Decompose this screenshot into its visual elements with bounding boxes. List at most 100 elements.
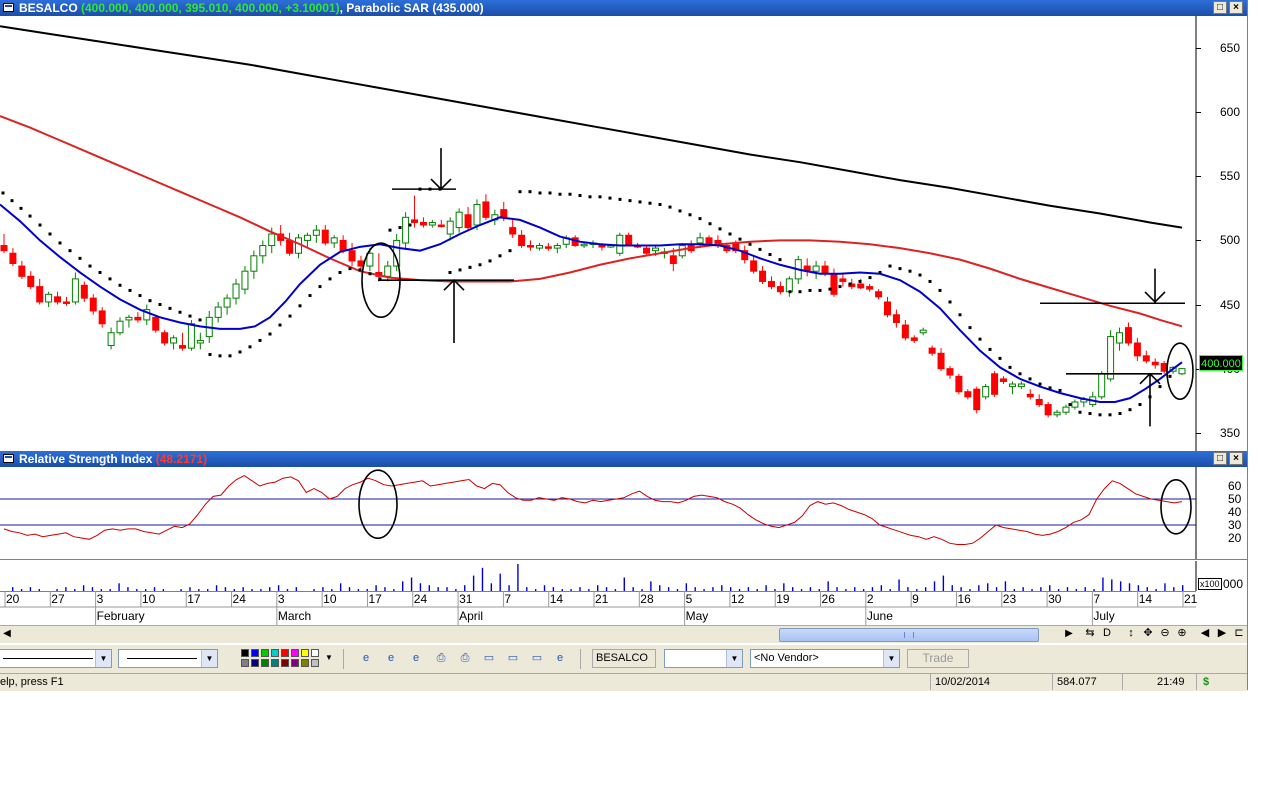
sar-dot bbox=[318, 285, 322, 289]
horizontal-scrollbar[interactable]: ◀ ▶ bbox=[0, 625, 1248, 643]
sar-dot bbox=[1028, 377, 1032, 381]
candle-body bbox=[455, 211, 463, 229]
palette-swatch[interactable] bbox=[281, 649, 289, 657]
chevron-down-icon: ▼ bbox=[726, 650, 742, 667]
scroll-right-icon[interactable]: ▶ bbox=[1062, 627, 1076, 641]
move-icon[interactable]: ✥ bbox=[1141, 627, 1155, 640]
sar-dot bbox=[68, 249, 72, 253]
sar-dot bbox=[788, 290, 792, 294]
candle-body bbox=[946, 368, 954, 376]
sar-dot bbox=[28, 214, 32, 218]
previous-icon[interactable]: ◀ bbox=[1198, 627, 1212, 640]
sar-dot bbox=[58, 241, 62, 245]
news-icon[interactable]: ⎙ bbox=[458, 651, 472, 665]
line-style-select[interactable]: ▼ bbox=[0, 649, 112, 668]
candle-body bbox=[1178, 368, 1186, 375]
sar-dot bbox=[358, 268, 362, 272]
palette-swatch[interactable] bbox=[301, 659, 309, 667]
palette-swatch[interactable] bbox=[291, 659, 299, 667]
palette-swatch[interactable] bbox=[251, 659, 259, 667]
window-layout-icon[interactable]: ▭ bbox=[482, 651, 496, 665]
line-width-select[interactable]: ▼ bbox=[118, 649, 218, 668]
palette-swatch[interactable] bbox=[291, 649, 299, 657]
palette-swatch[interactable] bbox=[241, 649, 249, 657]
candle-body bbox=[214, 306, 222, 318]
currency-icon[interactable]: $ bbox=[1196, 674, 1248, 690]
day-label: 23 bbox=[1002, 592, 1017, 606]
rsi-tick-label: 20 bbox=[1228, 531, 1242, 545]
scroll-thumb[interactable] bbox=[779, 628, 1039, 642]
palette-swatch[interactable] bbox=[311, 659, 319, 667]
palette-swatch[interactable] bbox=[311, 649, 319, 657]
zoom-out-icon[interactable]: ⊖ bbox=[1158, 627, 1172, 640]
refresh-icon[interactable]: ⇆ bbox=[1083, 627, 1097, 640]
sar-dot bbox=[19, 206, 23, 210]
scroll-left-icon[interactable]: ◀ bbox=[0, 627, 14, 641]
close-pane-button[interactable]: × bbox=[1229, 1, 1243, 14]
day-label: 10 bbox=[141, 592, 156, 606]
candle-body bbox=[982, 386, 990, 398]
sar-dot bbox=[478, 263, 482, 267]
window-layout-icon[interactable]: ▭ bbox=[530, 651, 544, 665]
status-value: 584.077 bbox=[1052, 674, 1122, 690]
internet-explorer-icon[interactable]: e bbox=[553, 651, 567, 665]
period-select[interactable]: ▼ bbox=[664, 649, 743, 668]
sar-dot bbox=[98, 270, 102, 274]
vendor-select[interactable]: <No Vendor> ▼ bbox=[750, 649, 900, 668]
vertical-resize-icon[interactable]: ↕ bbox=[1124, 627, 1138, 640]
sar-dot bbox=[688, 213, 692, 217]
sar-dot bbox=[1118, 412, 1122, 416]
volume-chart[interactable] bbox=[0, 561, 1248, 591]
price-tick-label: 500 bbox=[1220, 233, 1241, 248]
sar-dot bbox=[598, 195, 602, 199]
daily-icon[interactable]: D bbox=[1100, 627, 1114, 640]
palette-dropdown-icon[interactable]: ▼ bbox=[325, 653, 333, 662]
candle-body bbox=[750, 260, 758, 272]
mid-ma-line bbox=[0, 115, 1183, 328]
palette-swatch[interactable] bbox=[251, 649, 259, 657]
window-layout-icon[interactable]: ▭ bbox=[506, 651, 520, 665]
sar-dot bbox=[838, 285, 842, 289]
zoom-in-icon[interactable]: ⊕ bbox=[1175, 627, 1189, 640]
palette-swatch[interactable] bbox=[281, 659, 289, 667]
palette-swatch[interactable] bbox=[241, 659, 249, 667]
sar-dot bbox=[828, 287, 832, 291]
next-icon[interactable]: ▶ bbox=[1215, 627, 1229, 640]
internet-explorer-icon[interactable]: e bbox=[359, 651, 373, 665]
palette-swatch[interactable] bbox=[261, 659, 269, 667]
sar-dot bbox=[1018, 372, 1022, 376]
symbol-field[interactable]: BESALCO bbox=[592, 649, 656, 668]
sar-dot bbox=[588, 195, 592, 199]
sar-dot bbox=[508, 249, 512, 253]
close-pane-button[interactable]: × bbox=[1229, 452, 1243, 465]
sar-dot bbox=[328, 277, 332, 281]
palette-swatch[interactable] bbox=[261, 649, 269, 657]
price-pane-titlebar: BESALCO (400.000, 400.000, 395.010, 400.… bbox=[0, 0, 1248, 16]
volume-bar bbox=[499, 573, 501, 591]
day-label: 20 bbox=[6, 592, 20, 606]
candle-body bbox=[875, 291, 883, 298]
end-icon[interactable]: ⊏ bbox=[1232, 627, 1246, 640]
palette-swatch[interactable] bbox=[271, 649, 279, 657]
color-palette[interactable] bbox=[241, 649, 325, 669]
pane-menu-icon[interactable] bbox=[3, 3, 14, 12]
candle-body bbox=[330, 237, 338, 244]
pane-menu-icon[interactable] bbox=[3, 454, 14, 463]
news-icon[interactable]: ⎙ bbox=[434, 651, 448, 665]
candle-body bbox=[1142, 355, 1150, 362]
maximize-pane-button[interactable]: □ bbox=[1213, 452, 1227, 465]
maximize-pane-button[interactable]: □ bbox=[1213, 1, 1227, 14]
candle-body bbox=[866, 286, 874, 290]
day-label: 21 bbox=[1184, 592, 1198, 606]
rsi-chart[interactable] bbox=[0, 467, 1248, 559]
internet-explorer-icon[interactable]: e bbox=[384, 651, 398, 665]
palette-swatch[interactable] bbox=[271, 659, 279, 667]
candle-body bbox=[527, 245, 535, 248]
ohlc-readout: (400.000, 400.000, 395.010, 400.000, +3.… bbox=[81, 1, 340, 15]
internet-explorer-icon[interactable]: e bbox=[409, 651, 423, 665]
trade-button[interactable]: Trade bbox=[907, 649, 969, 668]
rsi-tick-label: 50 bbox=[1228, 492, 1242, 506]
sar-dot bbox=[718, 227, 722, 231]
price-chart[interactable] bbox=[0, 16, 1248, 452]
palette-swatch[interactable] bbox=[301, 649, 309, 657]
